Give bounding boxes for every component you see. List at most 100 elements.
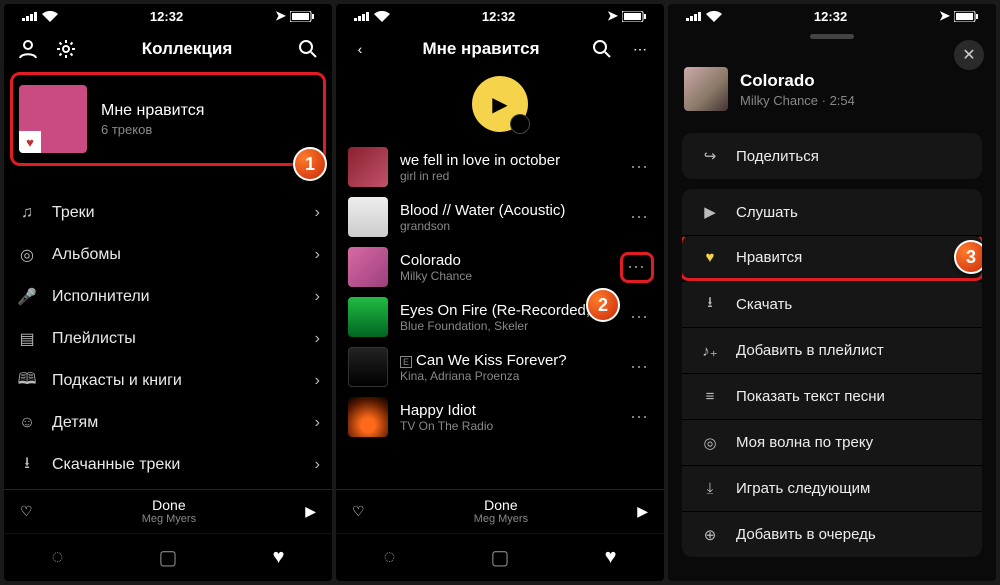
sheet-handle[interactable] [810, 34, 854, 39]
liked-playlist-card[interactable]: Мне нравится 6 треков 1 [10, 72, 326, 166]
heart-outline-icon[interactable]: ♡ [20, 503, 33, 520]
back-icon[interactable]: ‹ [348, 37, 372, 61]
nav-albums[interactable]: ◎Альбомы› [16, 234, 320, 276]
track-art [348, 347, 388, 387]
sheet-share[interactable]: ↪ Поделиться [682, 133, 982, 179]
sheet-play-next[interactable]: ⤓ Играть следующим [682, 465, 982, 511]
sheet-item-label: Скачать [736, 296, 792, 313]
track-more-icon[interactable]: ⋯ [628, 307, 652, 328]
search-icon[interactable] [590, 37, 614, 61]
more-icon[interactable]: ⋯ [628, 37, 652, 61]
np-artist: Meg Myers [43, 513, 296, 525]
sheet-add-playlist[interactable]: ♪₊Добавить в плейлист [682, 327, 982, 373]
track-more-icon[interactable]: ⋯ [628, 357, 652, 378]
sheet-download[interactable]: ⭳Скачать [682, 281, 982, 327]
nav-home-icon[interactable]: ◌ [384, 546, 396, 569]
now-playing-bar[interactable]: ♡ Done Meg Myers ▶ [4, 489, 332, 533]
location-icon: ➤ [275, 8, 286, 24]
nav-label: Плейлисты [52, 330, 136, 348]
heart-outline-icon[interactable]: ♡ [352, 503, 365, 520]
sheet-queue[interactable]: ⊕Добавить в очередь [682, 511, 982, 557]
sheet-lyrics[interactable]: ≡Показать текст песни [682, 373, 982, 419]
playlist-icon: ▤ [16, 329, 38, 349]
nav-home-icon[interactable]: ◌ [52, 546, 64, 569]
nav-liked-icon[interactable]: ♥ [273, 546, 285, 569]
play-icon[interactable]: ▶ [637, 503, 648, 520]
download-icon: ⭳ [16, 452, 38, 479]
step-badge: 1 [293, 147, 327, 181]
sheet-item-label: Поделиться [736, 148, 819, 165]
header: ‹ Мне нравится ⋯ [336, 28, 664, 70]
np-title: Done [375, 498, 628, 513]
chevron-right-icon: › [315, 456, 320, 474]
page-title: Коллекция [142, 39, 233, 59]
nav-playlists[interactable]: ▤ Плейлисты › [16, 318, 320, 360]
search-icon[interactable] [296, 37, 320, 61]
nav-label: Детям [52, 414, 98, 432]
profile-icon[interactable] [16, 37, 40, 61]
track-more-icon[interactable]: ⋯ [628, 407, 652, 428]
status-bar: 12:32 ➤ [668, 4, 996, 28]
track-art [348, 197, 388, 237]
wifi-icon [374, 11, 390, 22]
track-more-icon[interactable]: ⋯ [628, 207, 652, 228]
liked-playlist-title: Мне нравится [101, 102, 204, 120]
nav-label: Скачанные треки [52, 456, 180, 474]
track-title: we fell in love in october [400, 152, 616, 169]
chevron-right-icon: › [315, 330, 320, 348]
disc-icon: ◎ [16, 245, 38, 265]
gear-icon[interactable] [54, 37, 78, 61]
header: Коллекция [4, 28, 332, 70]
sheet-track-title: Colorado [740, 71, 855, 91]
sheet-like[interactable]: ♥ Нравится 3 [682, 235, 982, 281]
bottom-nav: ◌ ▢ ♥ [336, 533, 664, 581]
sheet-wave[interactable]: ◎ Моя волна по треку [682, 419, 982, 465]
nav-liked-icon[interactable]: ♥ [605, 546, 617, 569]
track-artist: TV On The Radio [400, 419, 616, 433]
battery-icon [622, 11, 646, 22]
battery-icon [290, 11, 314, 22]
play-icon[interactable]: ▶ [305, 503, 316, 520]
close-icon[interactable]: ✕ [954, 40, 984, 70]
wifi-icon [42, 11, 58, 22]
play-next-icon: ⤓ [700, 480, 720, 497]
queue-icon: ⊕ [700, 526, 720, 544]
sheet-track-art [684, 67, 728, 111]
nav-library-icon[interactable]: ▢ [159, 545, 178, 570]
sheet-item-label: Играть следующим [736, 480, 870, 497]
heart-icon: ♥ [700, 249, 720, 266]
nav-downloaded[interactable]: ⭳ Скачанные треки › [16, 444, 320, 486]
chevron-right-icon: › [315, 204, 320, 222]
sheet-listen[interactable]: ▶Слушать [682, 189, 982, 235]
nav-kids[interactable]: ☺ Детям › [16, 402, 320, 444]
nav-tracks[interactable]: ♫Треки› [16, 192, 320, 234]
nav-podcasts[interactable]: 🕮Подкасты и книги› [16, 360, 320, 402]
mic-icon: 🎤 [16, 287, 38, 307]
signal-icon [686, 11, 702, 21]
status-bar: 12:32 ➤ [336, 4, 664, 28]
nav-artists[interactable]: 🎤Исполнители› [16, 276, 320, 318]
wave-icon: ◎ [700, 434, 720, 452]
track-row[interactable]: we fell in love in octobergirl in red ⋯ [348, 142, 652, 192]
chevron-right-icon: › [315, 414, 320, 432]
track-artist: girl in red [400, 169, 616, 183]
track-row[interactable]: Happy IdiotTV On The Radio ⋯ [348, 392, 652, 442]
track-more-icon[interactable]: ⋯ [620, 252, 654, 283]
track-row[interactable]: ColoradoMilky Chance ⋯ [348, 242, 652, 292]
play-all-button[interactable]: ▶ [472, 76, 528, 132]
track-art [348, 147, 388, 187]
bottom-nav: ◌ ▢ ♥ [4, 533, 332, 581]
track-art [348, 297, 388, 337]
track-row[interactable]: ECan We Kiss Forever?Kina, Adriana Proen… [348, 342, 652, 392]
track-row[interactable]: Blood // Water (Acoustic)grandson ⋯ [348, 192, 652, 242]
nav-label: Подкасты и книги [52, 372, 182, 390]
nav-list: ♫Треки› ◎Альбомы› 🎤Исполнители› ▤ Плейлис… [16, 192, 320, 486]
nav-library-icon[interactable]: ▢ [491, 545, 510, 570]
track-artist: grandson [400, 219, 616, 233]
now-playing-bar[interactable]: ♡ Done Meg Myers ▶ [336, 489, 664, 533]
sheet-item-label: Моя волна по треку [736, 434, 873, 451]
track-more-icon[interactable]: ⋯ [628, 157, 652, 178]
signal-icon [22, 11, 38, 21]
kids-icon: ☺ [16, 414, 38, 432]
chevron-right-icon: › [315, 372, 320, 390]
